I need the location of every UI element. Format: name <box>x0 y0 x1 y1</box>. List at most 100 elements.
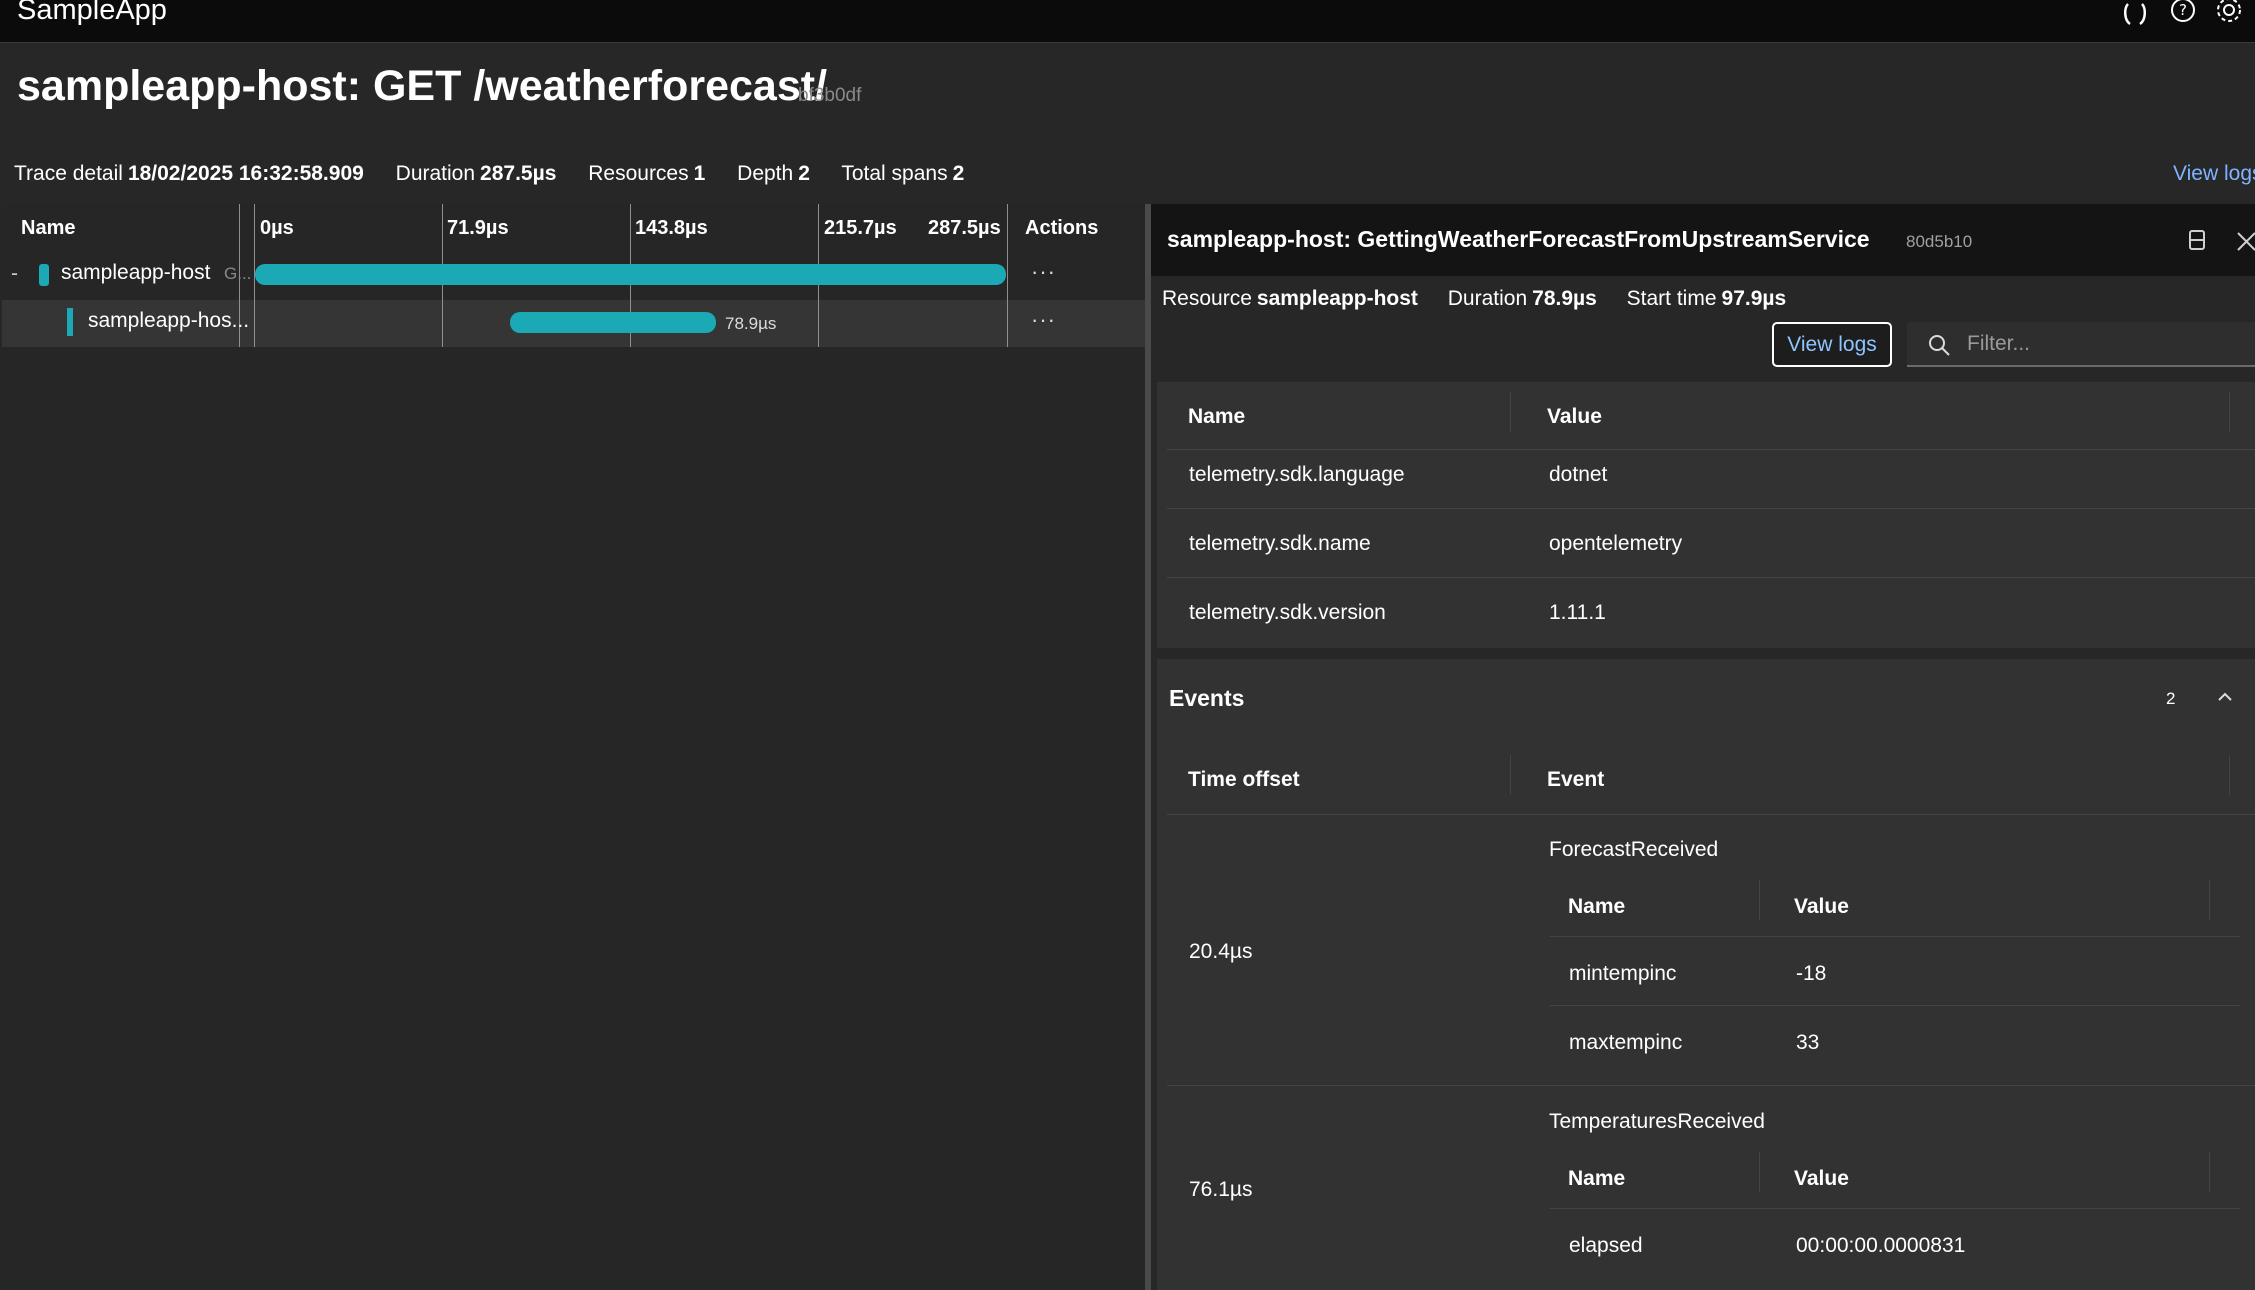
resource-icon <box>39 264 49 286</box>
time-offset-header: Time offset <box>1188 768 1300 791</box>
tick-label-0: 0µs <box>260 217 294 239</box>
span-duration-label: 78.9µs <box>725 314 777 333</box>
search-icon <box>1927 333 1951 357</box>
collapse-toggle[interactable]: - <box>11 262 18 286</box>
event-attr-divider <box>1759 1152 1760 1192</box>
pane-splitter[interactable] <box>1145 204 1151 1290</box>
event-header: Event <box>1547 768 1605 791</box>
event-attr-name: elapsed <box>1569 1234 1643 1257</box>
attr-column-divider-end <box>2229 392 2230 432</box>
attr-row-name: telemetry.sdk.version <box>1189 601 1386 624</box>
event-attr-header-divider <box>1550 936 2240 937</box>
trace-detail-value: 18/02/2025 16:32:58.909 <box>127 162 364 185</box>
events-count-badge: 2 <box>2166 689 2176 708</box>
resources-label: Resources <box>588 162 689 185</box>
attr-row-value: 1.11.1 <box>1549 601 1606 624</box>
tick-label-2: 143.8µs <box>635 217 708 239</box>
event-name: ForecastReceived <box>1549 838 1719 861</box>
event-time-offset: 76.1µs <box>1189 1178 1253 1201</box>
span-name-child[interactable]: sampleapp-hos... <box>88 309 249 333</box>
github-icon[interactable] <box>2120 0 2150 30</box>
depth-label: Depth <box>737 162 794 185</box>
attr-value-header: Value <box>1547 405 1602 428</box>
trace-id: bf3b0df <box>798 85 862 106</box>
timeline-tick-line-4 <box>1007 204 1008 347</box>
help-icon[interactable]: ? <box>2168 0 2198 30</box>
total-spans-label: Total spans <box>841 162 948 185</box>
span-name-root[interactable]: sampleapp-host <box>61 261 210 285</box>
event-attr-value: -18 <box>1796 962 1827 985</box>
resource-label: Resource <box>1162 287 1252 310</box>
event-attr-name-header: Name <box>1568 895 1626 918</box>
tick-label-3: 215.7µs <box>824 217 897 239</box>
span-name-truncated: G... <box>224 264 252 283</box>
events-title[interactable]: Events <box>1169 685 1244 712</box>
span-actions-menu-root[interactable]: ··· <box>1031 259 1056 285</box>
span-duration-label: Duration <box>1447 287 1528 310</box>
event-row-divider <box>1167 1085 2255 1086</box>
event-attr-row-divider <box>1550 1005 2240 1006</box>
event-attr-name: mintempinc <box>1569 962 1677 985</box>
event-time-offset: 20.4µs <box>1189 940 1253 963</box>
event-attr-value-header: Value <box>1794 1167 1849 1190</box>
span-duration-bar-child[interactable] <box>510 312 716 333</box>
settings-gear-icon[interactable] <box>2214 0 2244 30</box>
attr-row-divider <box>1167 508 2255 509</box>
page-title: sampleapp-host: GET /weatherforecast/ <box>17 62 828 110</box>
view-logs-button[interactable]: View logs <box>1772 322 1892 367</box>
event-header-divider <box>1167 814 2255 815</box>
resources-value: 1 <box>693 162 706 185</box>
tick-label-4: 287.5µs <box>928 217 1001 239</box>
filter-field[interactable] <box>1907 322 2255 367</box>
attr-row-divider <box>1167 577 2255 578</box>
actions-column-header: Actions <box>1025 217 1099 239</box>
attr-row-value: opentelemetry <box>1549 532 1683 555</box>
trace-detail-label: Trace detail <box>14 162 123 185</box>
view-logs-link[interactable]: View logs <box>2173 162 2255 186</box>
resource-value: sampleapp-host <box>1256 287 1418 310</box>
attr-row-value: dotnet <box>1549 463 1608 486</box>
attr-column-divider <box>1510 392 1511 432</box>
event-attr-header-divider <box>1550 1208 2240 1209</box>
event-attr-divider-end <box>2209 880 2210 920</box>
span-actions-menu-child[interactable]: ··· <box>1031 307 1056 333</box>
depth-value: 2 <box>798 162 810 185</box>
top-app-bar: SampleApp ? <box>0 0 2255 43</box>
event-attr-name: maxtempinc <box>1569 1031 1683 1054</box>
close-icon[interactable] <box>2235 228 2255 254</box>
app-title[interactable]: SampleApp <box>17 0 167 27</box>
event-attr-divider <box>1759 880 1760 920</box>
event-attr-value-header: Value <box>1794 895 1849 918</box>
span-depth-indicator <box>67 308 73 336</box>
attr-header-divider <box>1167 449 2255 450</box>
trace-timeline-pane <box>2 204 1145 1290</box>
filter-input[interactable] <box>1967 322 2247 365</box>
total-spans-value: 2 <box>952 162 965 185</box>
toggle-orientation-icon[interactable] <box>2182 228 2212 254</box>
start-time-value: 97.9µs <box>1721 287 1787 310</box>
span-summary: Resource sampleapp-host Duration 78.9µs St… <box>1162 287 1810 311</box>
span-id: 80d5b10 <box>1906 232 1973 251</box>
event-column-divider <box>1510 755 1511 795</box>
event-attr-divider-end <box>2209 1152 2210 1192</box>
svg-text:?: ? <box>2179 1 2187 19</box>
chevron-up-icon[interactable] <box>2214 688 2236 706</box>
span-detail-title: sampleapp-host: GettingWeatherForecastFr… <box>1167 226 1870 252</box>
attr-row-name: telemetry.sdk.name <box>1189 532 1371 555</box>
event-column-divider-end <box>2229 755 2230 795</box>
events-panel <box>1157 659 2255 1290</box>
attr-name-header: Name <box>1188 405 1246 428</box>
event-attr-value: 33 <box>1796 1031 1820 1054</box>
span-duration-bar-root[interactable] <box>255 264 1006 285</box>
name-column-header: Name <box>21 217 76 239</box>
trace-summary: Trace detail 18/02/2025 16:32:58.909 Dura… <box>14 162 990 186</box>
tick-label-1: 71.9µs <box>447 217 509 239</box>
event-name: TemperaturesReceived <box>1549 1110 1765 1133</box>
start-time-label: Start time <box>1626 287 1717 310</box>
duration-value: 287.5µs <box>480 162 557 185</box>
span-duration-value: 78.9µs <box>1532 287 1597 310</box>
attr-row-name: telemetry.sdk.language <box>1189 463 1405 486</box>
event-attr-name-header: Name <box>1568 1167 1626 1190</box>
event-attr-value: 00:00:00.0000831 <box>1796 1234 1966 1257</box>
duration-label: Duration <box>395 162 476 185</box>
